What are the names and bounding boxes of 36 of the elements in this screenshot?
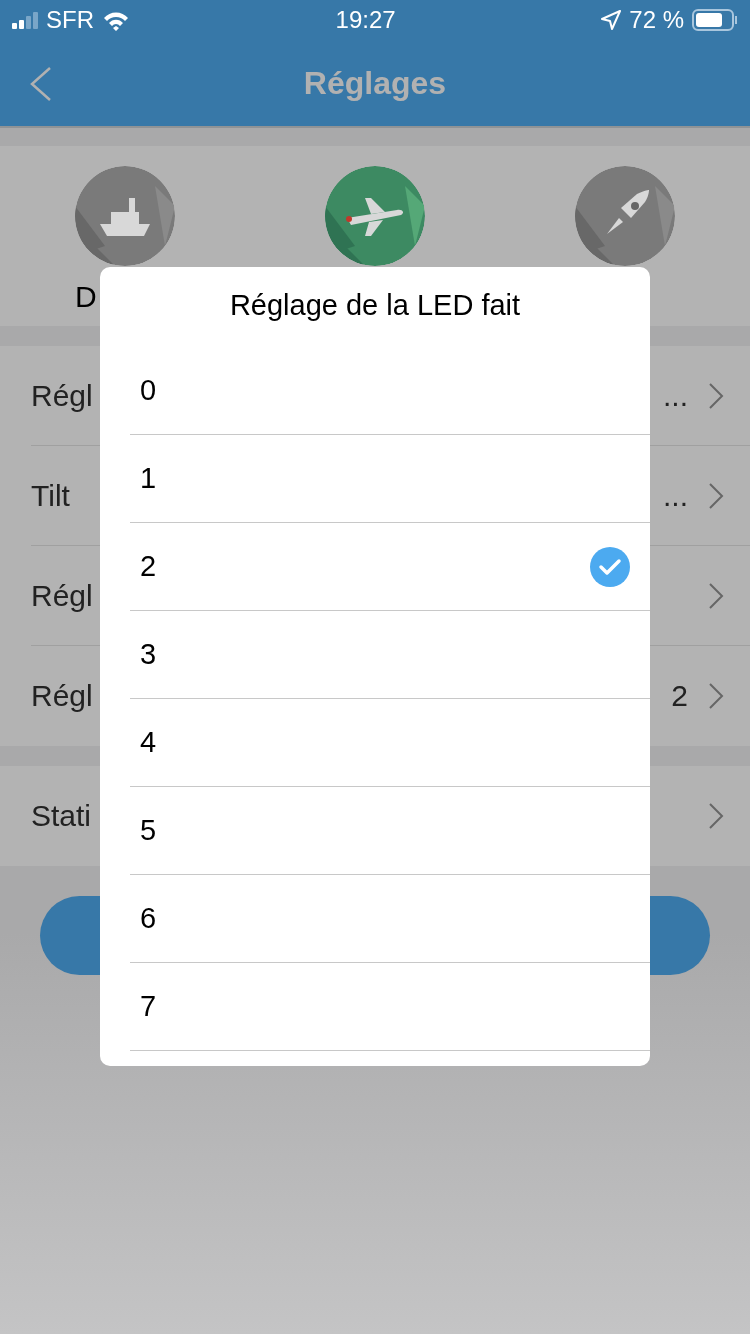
mode-label: D bbox=[75, 280, 97, 314]
battery-percent: 72 % bbox=[629, 6, 684, 34]
signal-icon bbox=[12, 11, 38, 29]
option-item[interactable]: 4 bbox=[130, 699, 650, 787]
setting-value: 2 bbox=[671, 679, 688, 713]
setting-label: Régl bbox=[31, 679, 93, 713]
chevron-icon bbox=[708, 381, 724, 410]
mode-button[interactable] bbox=[75, 166, 175, 266]
mode-button[interactable] bbox=[325, 166, 425, 266]
location-icon bbox=[601, 10, 622, 30]
setting-label: Régl bbox=[31, 578, 93, 613]
setting-label: Tilt bbox=[31, 478, 70, 513]
option-item[interactable]: 0 bbox=[130, 347, 650, 435]
battery-icon bbox=[692, 9, 738, 31]
dialog-title: Réglage de la LED fait bbox=[228, 288, 522, 323]
option-item[interactable]: 7 bbox=[130, 963, 650, 1051]
screen-title: Réglages bbox=[303, 64, 447, 102]
chevron-icon bbox=[708, 481, 724, 510]
chevron-icon bbox=[708, 682, 724, 710]
carrier-name: SFR bbox=[46, 6, 94, 34]
setting-value: ... bbox=[663, 378, 688, 413]
ship-icon bbox=[75, 166, 175, 266]
setting-label: Régl bbox=[31, 378, 93, 413]
option-item[interactable]: 5 bbox=[130, 787, 650, 875]
clock-time: 19:27 bbox=[335, 6, 396, 34]
option-item[interactable]: 2 bbox=[130, 523, 650, 611]
option-item[interactable]: 6 bbox=[130, 875, 650, 963]
chevron-icon bbox=[708, 581, 724, 610]
option-item[interactable]: 3 bbox=[130, 611, 650, 699]
mode-button[interactable] bbox=[575, 166, 675, 266]
setting-label: Stati bbox=[31, 799, 92, 833]
airplane-icon bbox=[325, 166, 425, 266]
setting-value: ... bbox=[663, 478, 688, 513]
option-item[interactable]: 1 bbox=[130, 435, 650, 523]
rocket-icon bbox=[575, 166, 675, 266]
chevron-icon bbox=[708, 802, 724, 830]
